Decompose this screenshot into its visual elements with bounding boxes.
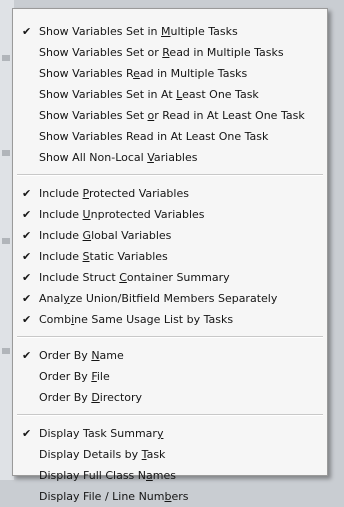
checkmark-icon: ✔ — [22, 349, 32, 362]
menu-item-accelerator: C — [119, 271, 127, 284]
menu-item-label: Comb — [39, 313, 72, 326]
menu-item-accelerator: D — [91, 391, 100, 404]
menu-item[interactable]: ✔ Order By Name — [13, 345, 327, 366]
menu-separator — [17, 414, 323, 416]
menu-item-label: Show Variables Read in At Least One Task — [39, 130, 269, 143]
menu-item-label-rest: ariables — [153, 151, 198, 164]
menu-item-accelerator: V — [147, 151, 154, 164]
menu-item[interactable]: ✔ Include Struct Container Summary — [13, 267, 327, 288]
menu-item[interactable]: Display File / Line Numbers — [13, 486, 327, 507]
checkmark-icon: ✔ — [22, 25, 32, 38]
menu-item-label-rest: ers — [171, 490, 189, 503]
menu-item-label: Include — [39, 229, 83, 242]
menu-item-label-rest: ne Same Usage List by Tasks — [74, 313, 234, 326]
menu-item-label-rest: ultiple Tasks — [170, 25, 238, 38]
checkmark-icon: ✔ — [22, 208, 32, 221]
menu-item-label-rest: ask — [146, 448, 166, 461]
menu-item-label: Display File / Line Num — [39, 490, 165, 503]
checkmark-icon: ✔ — [22, 292, 32, 305]
menu-item[interactable]: Display Full Class Names — [13, 465, 327, 486]
menu-item[interactable]: Show Variables Set in At Least One Task — [13, 84, 327, 105]
background-mark — [2, 55, 10, 61]
menu-item[interactable]: Display Details by Task — [13, 444, 327, 465]
menu-item-label: Show Variables Set or — [39, 46, 163, 59]
menu-item[interactable]: Show Variables Read in At Least One Task — [13, 126, 327, 147]
menu-item-label: Show Variables Set — [39, 109, 148, 122]
menu-item-label-rest: ontainer Summary — [126, 271, 230, 284]
checkmark-icon: ✔ — [22, 187, 32, 200]
menu-item[interactable]: ✔ Include Global Variables — [13, 225, 327, 246]
menu-item[interactable]: ✔ Show Variables Set in Multiple Tasks — [13, 21, 327, 42]
menu-item[interactable]: ✔ Analyze Union/Bitfield Members Separate… — [13, 288, 327, 309]
background-mark — [2, 238, 10, 244]
menu-item[interactable]: Order By Directory — [13, 387, 327, 408]
menu-item-label-rest: tatic Variables — [89, 250, 168, 263]
menu-item[interactable]: ✔ Include Protected Variables — [13, 183, 327, 204]
menu-item[interactable]: Show All Non-Local Variables — [13, 147, 327, 168]
menu-item-accelerator: y — [156, 427, 164, 440]
menu-item[interactable]: ✔ Combine Same Usage List by Tasks — [13, 309, 327, 330]
menu-item-accelerator: b — [164, 490, 172, 503]
menu-item-label: Show Variables R — [39, 67, 134, 80]
context-menu: ✔ Show Variables Set in Multiple Tasks Sho… — [12, 8, 328, 503]
menu-item[interactable]: Show Variables Read in Multiple Tasks — [13, 63, 327, 84]
menu-item-label-rest: mes — [152, 469, 176, 482]
menu-item-label: Show All Non-Local — [39, 151, 148, 164]
menu-item-accelerator: G — [82, 229, 92, 242]
background-mark — [2, 348, 10, 354]
menu-separator — [17, 174, 323, 176]
menu-item-accelerator: S — [82, 250, 90, 263]
menu-item-label-rest: ile — [96, 370, 110, 383]
menu-item-accelerator: a — [146, 469, 153, 482]
menu-item-label-rest: irectory — [99, 391, 143, 404]
menu-item[interactable]: Show Variables Set or Read in Multiple T… — [13, 42, 327, 63]
menu-item-label: Display Full Class N — [39, 469, 147, 482]
menu-item-label-rest: ad in Multiple Tasks — [139, 67, 248, 80]
menu-item-label-rest: nprotected Variables — [90, 208, 205, 221]
menu-item-label: Order By — [39, 391, 92, 404]
menu-item-label-rest: rotected Variables — [89, 187, 189, 200]
menu-item-label-rest: east One Task — [182, 88, 259, 101]
checkmark-icon: ✔ — [22, 229, 32, 242]
menu-item-label: Order By — [39, 349, 92, 362]
menu-item[interactable]: ✔ Include Static Variables — [13, 246, 327, 267]
menu-item-label: Display Task Summar — [39, 427, 157, 440]
menu-item-label: Show Variables Set in — [39, 25, 162, 38]
menu-item-label: Anal — [39, 292, 64, 305]
menu-item-label: Order By — [39, 370, 92, 383]
menu-item-accelerator: e — [133, 67, 140, 80]
menu-item[interactable]: ✔ Display Task Summary — [13, 423, 327, 444]
menu-item-label-rest: ze Union/Bitfield Members Separately — [69, 292, 278, 305]
menu-item-label: Include — [39, 250, 83, 263]
background-mark — [2, 150, 10, 156]
menu-item-label: Include — [39, 187, 83, 200]
menu-item-label: Show Variables Set in At — [39, 88, 177, 101]
menu-item[interactable]: ✔ Include Unprotected Variables — [13, 204, 327, 225]
menu-separator — [17, 336, 323, 338]
checkmark-icon: ✔ — [22, 271, 32, 284]
menu-item-label: Display Details by — [39, 448, 142, 461]
menu-item-accelerator: M — [161, 25, 171, 38]
menu-item-accelerator: N — [91, 349, 100, 362]
menu-item[interactable]: Order By File — [13, 366, 327, 387]
menu-item-label-rest: ead in Multiple Tasks — [169, 46, 284, 59]
menu-item-accelerator: U — [82, 208, 91, 221]
menu-item-label: Include Struct — [39, 271, 120, 284]
checkmark-icon: ✔ — [22, 250, 32, 263]
checkmark-icon: ✔ — [22, 313, 32, 326]
menu-item-label: Include — [39, 208, 83, 221]
menu-item-label-rest: r Read in At Least One Task — [154, 109, 305, 122]
menu-item[interactable]: Show Variables Set or Read in At Least O… — [13, 105, 327, 126]
menu-item-label-rest: ame — [99, 349, 124, 362]
menu-item-label-rest: lobal Variables — [91, 229, 172, 242]
checkmark-icon: ✔ — [22, 427, 32, 440]
